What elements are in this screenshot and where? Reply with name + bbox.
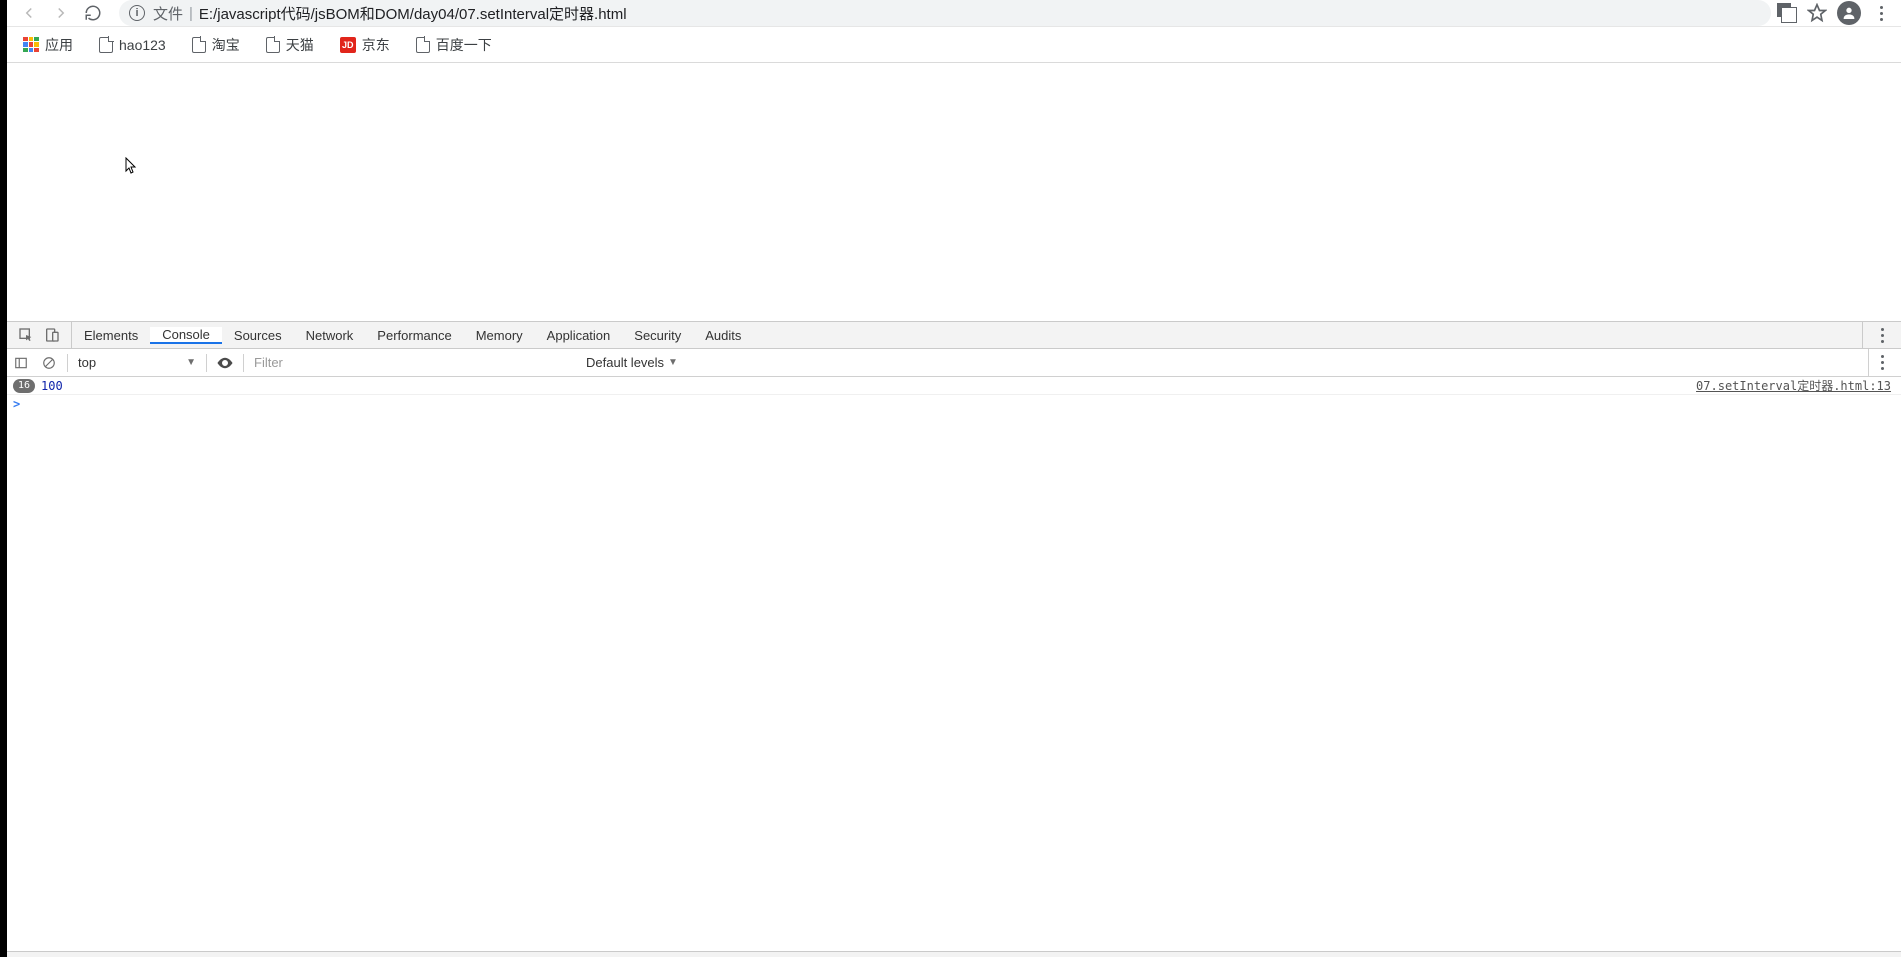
tab-label: Network — [306, 328, 354, 343]
log-source-link[interactable]: 07.setInterval定时器.html:13 — [1696, 377, 1901, 394]
tab-label: Elements — [84, 328, 138, 343]
tab-label: Performance — [377, 328, 451, 343]
tab-audits[interactable]: Audits — [693, 328, 753, 343]
apps-shortcut[interactable]: 应用 — [17, 31, 79, 59]
devtools-footer — [7, 951, 1901, 957]
toolbar-right — [1777, 1, 1895, 25]
tab-label: Memory — [476, 328, 523, 343]
context-label: top — [78, 355, 96, 370]
chevron-down-icon: ▼ — [186, 357, 196, 368]
bookmark-jd[interactable]: JD 京东 — [334, 31, 396, 59]
clear-console-icon[interactable] — [35, 349, 63, 377]
bookmark-label: 京东 — [362, 35, 390, 55]
console-filter-input[interactable] — [248, 353, 578, 373]
chevron-down-icon: ▼ — [668, 357, 678, 368]
bookmark-label: 淘宝 — [212, 35, 240, 55]
tab-label: Audits — [705, 328, 741, 343]
bookmark-baidu[interactable]: 百度一下 — [410, 31, 498, 59]
prompt-caret-icon: > — [13, 397, 20, 411]
levels-label: Default levels — [586, 355, 664, 370]
page-content — [7, 63, 1901, 321]
page-icon — [99, 37, 113, 53]
chrome-menu-icon[interactable] — [1871, 3, 1891, 23]
tab-performance[interactable]: Performance — [365, 328, 463, 343]
device-toggle-icon[interactable] — [39, 322, 65, 348]
url-separator: | — [189, 5, 193, 22]
console-toolbar: top ▼ Default levels ▼ — [7, 349, 1901, 377]
bookmark-taobao[interactable]: 淘宝 — [186, 31, 246, 59]
reload-button[interactable] — [77, 0, 109, 26]
devtools-panel: Elements Console Sources Network Perform… — [7, 321, 1901, 957]
inspect-element-icon[interactable] — [13, 322, 39, 348]
bookmark-label: hao123 — [119, 37, 166, 53]
toolbar-separator — [243, 354, 244, 372]
console-body[interactable]: 16 100 07.setInterval定时器.html:13 > — [7, 377, 1901, 951]
page-icon — [266, 37, 280, 53]
console-settings-icon[interactable] — [1869, 350, 1895, 376]
forward-button[interactable] — [45, 0, 77, 26]
devtools-settings-area — [1862, 322, 1901, 348]
url-scheme-label: 文件 — [153, 3, 183, 24]
devtools-menu-icon[interactable] — [1869, 322, 1895, 348]
site-info-icon[interactable]: i — [129, 5, 145, 21]
apps-label: 应用 — [45, 35, 73, 55]
tab-label: Sources — [234, 328, 282, 343]
url-text: E:/javascript代码/jsBOM和DOM/day04/07.setIn… — [199, 3, 627, 24]
tab-label: Console — [162, 327, 210, 342]
tab-sources[interactable]: Sources — [222, 328, 294, 343]
apps-icon — [23, 37, 39, 53]
log-levels-select[interactable]: Default levels ▼ — [578, 355, 686, 370]
mouse-cursor-icon — [125, 157, 137, 175]
tab-security[interactable]: Security — [622, 328, 693, 343]
tab-memory[interactable]: Memory — [464, 328, 535, 343]
bookmark-hao123[interactable]: hao123 — [93, 33, 172, 57]
toolbar-separator — [206, 354, 207, 372]
tab-console[interactable]: Console — [150, 327, 222, 344]
log-repeat-count: 16 — [13, 379, 35, 393]
devtools-tab-list: Elements Console Sources Network Perform… — [72, 322, 753, 348]
console-sidebar-toggle-icon[interactable] — [7, 349, 35, 377]
bookmark-label: 百度一下 — [436, 35, 492, 55]
tab-elements[interactable]: Elements — [72, 328, 150, 343]
bookmark-tmall[interactable]: 天猫 — [260, 31, 320, 59]
page-icon — [192, 37, 206, 53]
log-message: 100 — [41, 379, 63, 393]
toolbar-separator — [67, 354, 68, 372]
back-button[interactable] — [13, 0, 45, 26]
translate-icon[interactable] — [1777, 3, 1797, 23]
page-icon — [416, 37, 430, 53]
execution-context-select[interactable]: top ▼ — [72, 353, 202, 373]
profile-avatar-icon[interactable] — [1837, 1, 1861, 25]
live-expression-icon[interactable] — [211, 354, 239, 372]
console-prompt-row[interactable]: > — [7, 395, 1901, 413]
tab-label: Security — [634, 328, 681, 343]
tab-network[interactable]: Network — [294, 328, 366, 343]
devtools-tab-bar: Elements Console Sources Network Perform… — [7, 322, 1901, 349]
bookmarks-bar: 应用 hao123 淘宝 天猫 JD 京东 百度一下 — [7, 27, 1901, 63]
address-bar[interactable]: i 文件 | E:/javascript代码/jsBOM和DOM/day04/0… — [119, 0, 1771, 26]
jd-icon: JD — [340, 37, 356, 53]
bookmark-star-icon[interactable] — [1807, 3, 1827, 23]
tab-application[interactable]: Application — [535, 328, 623, 343]
browser-toolbar: i 文件 | E:/javascript代码/jsBOM和DOM/day04/0… — [7, 0, 1901, 27]
devtools-left-tools — [7, 322, 72, 348]
console-log-row[interactable]: 16 100 07.setInterval定时器.html:13 — [7, 377, 1901, 395]
console-toolbar-right — [1868, 349, 1901, 376]
bookmark-label: 天猫 — [286, 35, 314, 55]
tab-label: Application — [547, 328, 611, 343]
